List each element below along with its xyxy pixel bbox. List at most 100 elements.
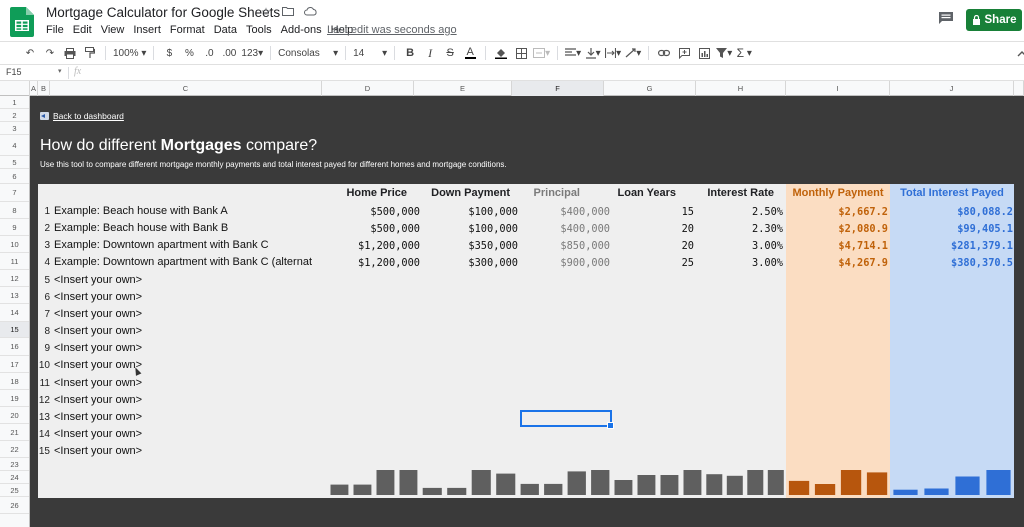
star-icon[interactable]: ☆ [258, 5, 274, 19]
fill-color-icon[interactable] [493, 44, 509, 62]
row-header-19[interactable]: 19 [0, 390, 29, 407]
row-header-20[interactable]: 20 [0, 407, 29, 424]
redo-icon[interactable]: ↷ [42, 44, 58, 62]
row-header-10[interactable]: 10 [0, 236, 29, 253]
menu-view[interactable]: View [101, 24, 125, 36]
menu-data[interactable]: Data [214, 24, 237, 36]
column-headers: A B C D E F G H I J [0, 81, 1024, 96]
bold-button[interactable]: B [402, 44, 418, 62]
filter-icon[interactable]: ▾ [716, 44, 732, 62]
menu-tools[interactable]: Tools [246, 24, 272, 36]
insert-chart-icon[interactable] [696, 44, 712, 62]
row-header-4[interactable]: 4 [0, 135, 29, 156]
chart-bar [591, 470, 610, 495]
merge-cells-icon[interactable]: ▾ [533, 44, 550, 62]
chart-bar [422, 487, 442, 495]
chart-bar [840, 470, 862, 495]
functions-button[interactable]: Σ ▾ [736, 44, 752, 62]
borders-icon[interactable] [513, 44, 529, 62]
row-header-24[interactable]: 24 [0, 471, 29, 484]
row-header-1[interactable]: 1 [0, 96, 29, 109]
formula-input[interactable] [96, 67, 996, 79]
menu-file[interactable]: File [46, 24, 64, 36]
chart-bar [986, 470, 1011, 495]
back-to-dashboard-link[interactable]: Back to dashboard [40, 111, 124, 121]
chart-bar [683, 470, 702, 495]
back-arrow-icon [40, 112, 49, 120]
row-header-17[interactable]: 17 [0, 356, 29, 373]
row-header-18[interactable]: 18 [0, 373, 29, 390]
menu-insert[interactable]: Insert [133, 24, 161, 36]
currency-format-button[interactable]: $ [161, 44, 177, 62]
collapse-toolbar-icon[interactable] [1014, 44, 1024, 62]
horizontal-align-icon[interactable]: ▾ [565, 44, 581, 62]
cloud-status-icon[interactable] [302, 5, 318, 19]
row-header-15[interactable]: 15 [0, 322, 29, 338]
row-header-22[interactable]: 22 [0, 441, 29, 458]
chart-bar [955, 476, 980, 495]
text-wrapping-icon[interactable]: ▾ [605, 44, 621, 62]
row-header-2[interactable]: 2 [0, 109, 29, 122]
share-button[interactable]: Share [966, 9, 1022, 31]
move-to-folder-icon[interactable] [280, 5, 296, 19]
name-box-dropdown-icon[interactable]: ▾ [58, 67, 62, 75]
menu-add-ons[interactable]: Add-ons [281, 24, 322, 36]
row-header-16[interactable]: 16 [0, 338, 29, 356]
undo-icon[interactable]: ↶ [22, 44, 38, 62]
document-title[interactable]: Mortgage Calculator for Google Sheets [46, 5, 280, 20]
row-header-13[interactable]: 13 [0, 287, 29, 304]
column-header-c[interactable]: C [50, 81, 322, 96]
formula-bar: F15 ▾ fx [0, 65, 1024, 81]
font-size-select[interactable]: 14 ▾ [353, 44, 387, 62]
row-header-6[interactable]: 6 [0, 169, 29, 184]
name-box[interactable]: F15 [6, 67, 22, 77]
menu-format[interactable]: Format [170, 24, 205, 36]
select-all-corner[interactable] [0, 81, 30, 96]
column-header-b[interactable]: B [38, 81, 50, 96]
print-icon[interactable] [62, 44, 78, 62]
column-header-e[interactable]: E [414, 81, 512, 96]
menu-edit[interactable]: Edit [73, 24, 92, 36]
column-header-a[interactable]: A [30, 81, 38, 96]
column-header-extra[interactable] [1014, 81, 1024, 96]
column-header-j[interactable]: J [890, 81, 1014, 96]
strikethrough-button[interactable]: S [442, 44, 458, 62]
comment-history-icon[interactable] [938, 11, 954, 25]
paint-format-icon[interactable] [82, 44, 98, 62]
insert-link-icon[interactable] [656, 44, 672, 62]
text-color-button[interactable]: A [462, 44, 478, 62]
decrease-decimal-button[interactable]: .0 [201, 44, 217, 62]
page-title: How do different Mortgages compare? [40, 137, 317, 155]
font-select[interactable]: Consolas ▾ [278, 44, 338, 62]
column-header-f[interactable]: F [512, 81, 604, 96]
row-header-9[interactable]: 9 [0, 219, 29, 236]
row-header-21[interactable]: 21 [0, 424, 29, 441]
text-rotation-icon[interactable]: ▾ [625, 44, 641, 62]
row-header-8[interactable]: 8 [0, 202, 29, 219]
percent-format-button[interactable]: % [181, 44, 197, 62]
column-header-h[interactable]: H [696, 81, 786, 96]
column-header-d[interactable]: D [322, 81, 414, 96]
functions-label: Σ [736, 46, 745, 60]
zoom-select[interactable]: 100% ▾ [113, 44, 146, 62]
row-header-26[interactable]: 26 [0, 497, 29, 514]
increase-decimal-button[interactable]: .00 [221, 44, 237, 62]
chart-bar [353, 484, 372, 495]
italic-button[interactable]: I [422, 44, 438, 62]
more-formats-select[interactable]: 123 ▾ [241, 44, 263, 62]
vertical-align-icon[interactable]: ▾ [585, 44, 601, 62]
sheets-logo-icon[interactable] [10, 7, 34, 37]
column-header-i[interactable]: I [786, 81, 890, 96]
last-edit-link[interactable]: Last edit was seconds ago [327, 24, 457, 36]
column-header-g[interactable]: G [604, 81, 696, 96]
row-header-3[interactable]: 3 [0, 122, 29, 135]
row-header-5[interactable]: 5 [0, 156, 29, 169]
row-header-23[interactable]: 23 [0, 458, 29, 471]
row-header-12[interactable]: 12 [0, 270, 29, 287]
row-header-7[interactable]: 7 [0, 184, 29, 202]
row-header-11[interactable]: 11 [0, 253, 29, 270]
chart-bar [544, 483, 563, 495]
insert-comment-icon[interactable] [676, 44, 692, 62]
row-header-14[interactable]: 14 [0, 304, 29, 322]
row-header-25[interactable]: 25 [0, 484, 29, 497]
